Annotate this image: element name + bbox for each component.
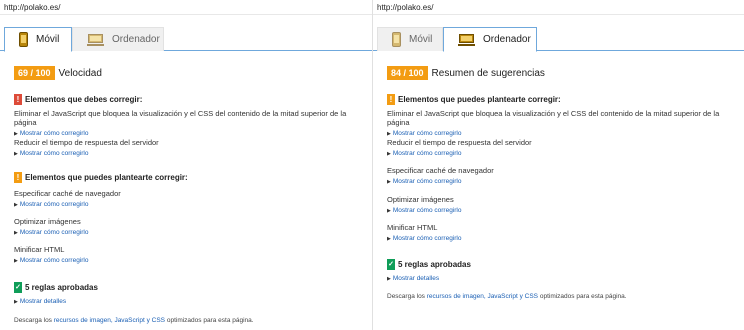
- tab-label: Móvil: [36, 34, 60, 45]
- rule-title: Optimizar imágenes: [387, 195, 454, 204]
- section-heading: Elementos que debes corregir:: [25, 95, 143, 104]
- divider: [0, 14, 372, 15]
- phone-icon: [392, 32, 401, 47]
- phone-icon: [19, 32, 28, 47]
- device-tabs: Móvil Ordenador: [0, 27, 372, 52]
- download-note: Descarga los recursos de imagen, JavaScr…: [387, 293, 627, 300]
- show-details-link[interactable]: ▶ Mostrar detalles: [14, 298, 364, 305]
- score-badge: 84 / 100: [387, 66, 428, 80]
- triangle-right-icon: ▶: [387, 150, 391, 157]
- show-fix-link[interactable]: ▶ Mostrar cómo corregirlo: [387, 130, 736, 137]
- download-resources-link[interactable]: recursos de imagen, JavaScript y CSS: [427, 293, 538, 300]
- show-fix-link[interactable]: ▶ Mostrar cómo corregirlo: [14, 257, 364, 264]
- section-heading: 5 reglas aprobadas: [25, 283, 98, 292]
- triangle-right-icon: ▶: [14, 150, 18, 157]
- error-icon: !: [14, 94, 22, 105]
- triangle-right-icon: ▶: [387, 178, 391, 185]
- page-url: http://polako.es/: [4, 3, 61, 12]
- rule-title: Minificar HTML: [14, 245, 65, 254]
- divider: [373, 14, 744, 15]
- passed-rules: ✓ 5 reglas aprobadas ▶ Mostrar detalles: [14, 282, 364, 305]
- score-title: Resumen de sugerencias: [431, 67, 545, 79]
- show-fix-link[interactable]: ▶ Mostrar cómo corregirlo: [14, 201, 364, 208]
- show-fix-link[interactable]: ▶ Mostrar cómo corregirlo: [14, 150, 364, 157]
- triangle-right-icon: ▶: [14, 130, 18, 137]
- score-row: 69 / 100 Velocidad: [14, 66, 102, 80]
- triangle-right-icon: ▶: [14, 229, 18, 236]
- section-heading: Elementos que puedes plantearte corregir…: [25, 173, 188, 182]
- rule-title: Especificar caché de navegador: [14, 189, 121, 198]
- show-details-link[interactable]: ▶ Mostrar detalles: [387, 275, 736, 282]
- warning-icon: !: [14, 172, 22, 183]
- device-tabs: Móvil Ordenador: [373, 27, 744, 52]
- warning-icon: !: [387, 94, 395, 105]
- score-title: Velocidad: [58, 67, 102, 79]
- list-item: Optimizar imágenes ▶ Mostrar cómo corregi…: [14, 217, 364, 236]
- rule-title: Eliminar el JavaScript que bloquea la vi…: [387, 109, 720, 127]
- monitor-icon: [458, 33, 475, 46]
- tab-label: Ordenador: [112, 34, 160, 45]
- tab-ordenador[interactable]: Ordenador: [72, 27, 164, 51]
- list-item: Especificar caché de navegador ▶ Mostrar …: [14, 189, 364, 208]
- triangle-right-icon: ▶: [387, 235, 391, 242]
- section-heading: 5 reglas aprobadas: [398, 260, 471, 269]
- score-row: 84 / 100 Resumen de sugerencias: [387, 66, 545, 80]
- list-item: Optimizar imágenes ▶ Mostrar cómo corregi…: [387, 195, 736, 214]
- mobile-report-panel: http://polako.es/ Móvil Ordenador 69 / 1…: [0, 0, 372, 330]
- triangle-right-icon: ▶: [387, 130, 391, 137]
- list-item: Minificar HTML ▶ Mostrar cómo corregirlo: [387, 223, 736, 242]
- page-url: http://polako.es/: [377, 3, 434, 12]
- tab-movil[interactable]: Móvil: [377, 27, 443, 51]
- tab-movil[interactable]: Móvil: [4, 27, 72, 52]
- rule-title: Especificar caché de navegador: [387, 166, 494, 175]
- tab-label: Ordenador: [483, 34, 531, 45]
- show-fix-link[interactable]: ▶ Mostrar cómo corregirlo: [387, 150, 736, 157]
- download-resources-link[interactable]: recursos de imagen, JavaScript y CSS: [54, 317, 165, 324]
- list-item: Reducir el tiempo de respuesta del servi…: [387, 138, 736, 157]
- list-item: Especificar caché de navegador ▶ Mostrar …: [387, 166, 736, 185]
- list-item: Reducir el tiempo de respuesta del servi…: [14, 138, 364, 157]
- rule-title: Reducir el tiempo de respuesta del servi…: [387, 138, 532, 147]
- score-badge: 69 / 100: [14, 66, 55, 80]
- show-fix-link[interactable]: ▶ Mostrar cómo corregirlo: [387, 178, 736, 185]
- triangle-right-icon: ▶: [387, 275, 391, 282]
- must-fix-heading: ! Elementos que debes corregir:: [14, 94, 364, 105]
- rule-title: Reducir el tiempo de respuesta del servi…: [14, 138, 159, 147]
- show-fix-link[interactable]: ▶ Mostrar cómo corregirlo: [387, 207, 736, 214]
- triangle-right-icon: ▶: [14, 201, 18, 208]
- list-item: Minificar HTML ▶ Mostrar cómo corregirlo: [14, 245, 364, 264]
- consider-fix-heading: ! Elementos que puedes plantearte corregi…: [387, 94, 736, 105]
- section-heading: Elementos que puedes plantearte corregir…: [398, 95, 561, 104]
- rule-title: Minificar HTML: [387, 223, 438, 232]
- list-item: Eliminar el JavaScript que bloquea la vi…: [14, 109, 364, 137]
- rule-title: Optimizar imágenes: [14, 217, 81, 226]
- desktop-report-panel: http://polako.es/ Móvil Ordenador 84 / 1…: [372, 0, 744, 330]
- show-fix-link[interactable]: ▶ Mostrar cómo corregirlo: [387, 235, 736, 242]
- triangle-right-icon: ▶: [14, 257, 18, 264]
- triangle-right-icon: ▶: [387, 207, 391, 214]
- rule-title: Eliminar el JavaScript que bloquea la vi…: [14, 109, 347, 127]
- monitor-icon: [87, 33, 104, 46]
- list-item: Eliminar el JavaScript que bloquea la vi…: [387, 109, 736, 137]
- tab-label: Móvil: [409, 34, 433, 45]
- show-fix-link[interactable]: ▶ Mostrar cómo corregirlo: [14, 229, 364, 236]
- check-icon: ✓: [14, 282, 22, 293]
- check-icon: ✓: [387, 259, 395, 270]
- tab-ordenador[interactable]: Ordenador: [443, 27, 537, 52]
- triangle-right-icon: ▶: [14, 298, 18, 305]
- consider-fix-heading: ! Elementos que puedes plantearte corregi…: [14, 172, 364, 183]
- passed-rules: ✓ 5 reglas aprobadas ▶ Mostrar detalles: [387, 259, 736, 282]
- download-note: Descarga los recursos de imagen, JavaScr…: [14, 317, 254, 324]
- show-fix-link[interactable]: ▶ Mostrar cómo corregirlo: [14, 130, 364, 137]
